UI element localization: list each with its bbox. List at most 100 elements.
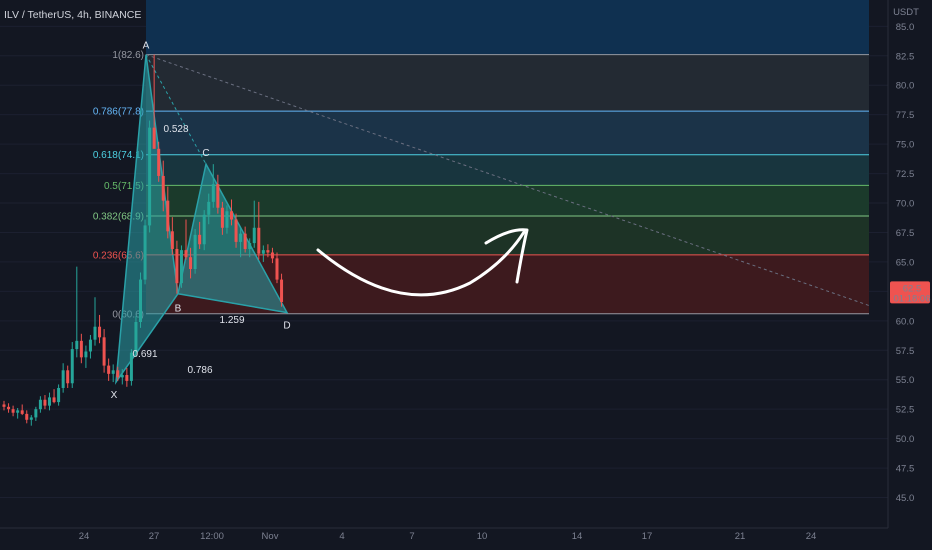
candle-body-23 (107, 365, 111, 374)
candle-body-56 (257, 227, 261, 254)
currency-label: USDT (893, 7, 919, 18)
candle-body-14 (66, 370, 70, 384)
candle-body-45 (207, 201, 211, 215)
price-tick-0: 85.0 (896, 22, 915, 33)
candle-body-25 (116, 370, 120, 378)
pattern-point-x: X (111, 390, 118, 401)
time-tick-4: 4 (339, 531, 344, 542)
price-tick-10: 60.0 (896, 316, 915, 327)
candle-body-6 (29, 417, 33, 420)
time-tick-8: 17 (642, 531, 653, 542)
price-tick-6: 70.0 (896, 199, 915, 210)
candle-body-9 (43, 399, 47, 406)
candle-body-34 (157, 148, 161, 176)
candle-body-55 (252, 227, 256, 244)
candle-body-19 (88, 339, 92, 352)
fib-level-label-1: 0.786(77.8) (93, 107, 144, 118)
candle-body-16 (75, 340, 79, 350)
time-tick-5: 7 (409, 531, 414, 542)
candle-body-27 (125, 375, 129, 381)
candle-body-39 (179, 250, 183, 284)
price-tick-3: 77.5 (896, 110, 915, 121)
fib-zone-1 (146, 111, 869, 155)
price-tick-15: 47.5 (896, 464, 915, 475)
candle-body-24 (111, 370, 115, 374)
candle-body-33 (152, 127, 156, 149)
candle-body-26 (120, 375, 124, 378)
candle-body-11 (52, 397, 56, 403)
candle-body-4 (20, 410, 24, 414)
price-tick-16: 45.0 (896, 493, 915, 504)
candle-body-50 (230, 211, 233, 220)
candle-body-32 (148, 127, 152, 226)
price-tick-12: 55.0 (896, 375, 915, 386)
price-tick-2: 80.0 (896, 81, 915, 92)
candle-body-30 (139, 279, 142, 323)
candle-body-40 (184, 250, 188, 258)
pattern-point-c: C (202, 148, 209, 159)
candle-body-1 (7, 406, 11, 410)
candle-body-47 (216, 184, 220, 208)
candle-body-53 (243, 233, 247, 249)
candle-body-58 (266, 250, 270, 253)
candle-body-36 (166, 200, 170, 232)
candle-body-2 (11, 409, 15, 413)
price-tick-4: 75.0 (896, 140, 915, 151)
candle-body-54 (248, 243, 252, 249)
time-tick-3: Nov (262, 531, 279, 542)
time-tick-1: 27 (149, 531, 160, 542)
pattern-point-a: A (143, 41, 150, 52)
price-tick-7: 67.5 (896, 228, 915, 239)
candle-body-49 (225, 211, 229, 228)
candle-body-60 (275, 258, 279, 280)
price-tick-11: 57.5 (896, 346, 915, 357)
time-tick-2: 12:00 (200, 531, 224, 542)
candle-body-38 (175, 248, 179, 284)
time-tick-6: 10 (477, 531, 488, 542)
candle-body-12 (57, 387, 61, 403)
fib-level-label-0: 1(82.6) (112, 50, 144, 61)
candle-body-22 (102, 337, 106, 366)
candle-body-31 (143, 225, 147, 280)
candle-body-35 (161, 175, 165, 201)
candle-body-20 (93, 326, 97, 340)
fib-zone-2 (146, 154, 869, 186)
pattern-point-b: B (175, 304, 182, 315)
candle-body-52 (239, 233, 243, 242)
candle-body-61 (280, 279, 284, 302)
time-tick-10: 24 (806, 531, 817, 542)
candle-body-8 (38, 399, 42, 410)
price-tick-5: 72.5 (896, 169, 915, 180)
candle-body-5 (25, 413, 29, 420)
fib-zone-0 (146, 54, 869, 112)
fib-zone-extension (146, 0, 869, 55)
pattern-point-d: D (283, 321, 290, 332)
candle-body-15 (70, 349, 74, 384)
price-tick-8: 65.0 (896, 257, 915, 268)
candle-body-42 (193, 234, 197, 269)
pattern-ratio-2: 0.786 (187, 365, 212, 376)
candle-body-57 (261, 250, 265, 254)
price-chart[interactable]: 1(82.6)0.786(77.8)0.618(74.1)0.5(71.5)0.… (0, 0, 932, 550)
candle-body-18 (84, 351, 88, 358)
candle-body-51 (234, 219, 238, 242)
last-price-countdown: 01:18:06 (894, 293, 931, 304)
pattern-ratio-0: 0.528 (163, 124, 188, 135)
candle-body-43 (198, 234, 202, 245)
candle-body-46 (211, 184, 215, 202)
time-tick-7: 14 (572, 531, 583, 542)
time-axis-bg (0, 528, 932, 550)
candle-body-21 (98, 326, 102, 338)
candle-body-37 (170, 231, 174, 249)
price-tick-14: 50.0 (896, 434, 915, 445)
candle-body-7 (34, 409, 38, 418)
pattern-ratio-3: 1.259 (219, 315, 244, 326)
candle-body-13 (61, 370, 65, 388)
time-tick-0: 24 (79, 531, 90, 542)
candle-body-3 (16, 410, 20, 413)
time-tick-9: 21 (735, 531, 746, 542)
candle-body-0 (2, 404, 6, 407)
candle-body-10 (48, 397, 51, 406)
candle-body-48 (220, 207, 224, 228)
candle-body-59 (270, 252, 274, 259)
